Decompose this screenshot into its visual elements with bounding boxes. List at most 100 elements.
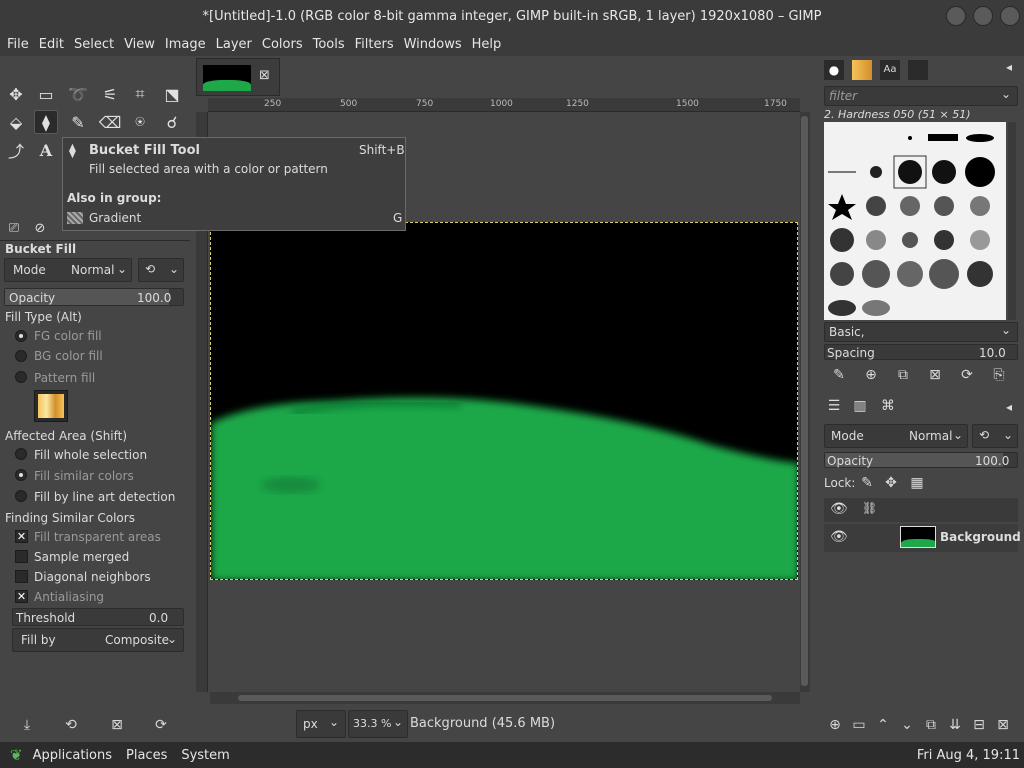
fg-fill-radio[interactable] [15,330,27,342]
save-options-icon[interactable]: ⤓ [16,714,38,736]
system-menu[interactable]: System [181,748,229,763]
places-menu[interactable]: Places [126,748,167,763]
clone-tool-icon[interactable]: ⍟ [128,110,152,134]
scroll-thumb[interactable] [801,116,808,686]
rect-select-tool-icon[interactable]: ▭ [34,82,58,106]
channels-tab-icon[interactable]: ▥ [850,398,870,418]
move-tool-icon[interactable]: ✥ [4,82,28,106]
restore-options-icon[interactable]: ⟲ [60,714,82,736]
lower-layer-icon[interactable]: ⌄ [896,714,918,736]
clock[interactable]: Fri Aug 4, 19:11 [917,748,1020,763]
text-tool-icon[interactable]: A [34,138,58,162]
fonts-tab-icon[interactable]: Aa [880,60,900,80]
maximize-button[interactable] [973,6,993,26]
menu-view[interactable]: View [119,37,160,52]
reset-options-icon[interactable]: ⟳ [150,714,172,736]
duplicate-brush-icon[interactable]: ⧉ [892,364,914,386]
new-layer-icon[interactable]: ⊕ [824,714,846,736]
vertical-scrollbar[interactable] [800,112,810,692]
image-canvas[interactable] [210,222,798,580]
fill-whole-radio[interactable] [15,448,27,460]
layer-row[interactable]: 👁 Background [824,524,1021,552]
paths-tool-icon[interactable]: ⤴ [4,138,28,162]
crop-tool-icon[interactable]: ⌗ [128,82,152,106]
lock-position-icon[interactable]: ✥ [880,472,902,494]
brush-grid[interactable] [824,122,1006,320]
brush-scrollbar[interactable] [1008,122,1016,320]
duplicate-layer-icon[interactable]: ⧉ [920,714,942,736]
layer-opacity-slider[interactable]: Opacity 100.0 [824,452,1018,468]
antialiasing-checkbox[interactable]: ✕ [15,590,28,603]
bg-fill-radio[interactable] [15,350,27,362]
lock-pixels-icon[interactable]: ✎ [856,472,878,494]
fuzzy-select-tool-icon[interactable]: ⚟ [98,82,122,106]
fill-by-select[interactable]: Fill by Composite ⌄ [12,628,184,652]
transform-tool-icon[interactable]: ⬔ [160,82,184,106]
mode-reset-button[interactable]: ⟲ ⌄ [138,258,184,282]
horizontal-scrollbar[interactable] [210,692,800,704]
dock-menu-icon[interactable]: ◂ [1006,60,1012,74]
menu-tools[interactable]: Tools [308,37,350,52]
unit-select[interactable]: px ⌄ [296,710,346,738]
edit-brush-icon[interactable]: ✎ [828,364,850,386]
pattern-preview[interactable] [34,390,68,422]
delete-layer-icon[interactable]: ⊠ [992,714,1014,736]
pattern-fill-radio[interactable] [15,371,27,383]
menu-colors[interactable]: Colors [257,37,308,52]
brush-filter-input[interactable]: filter ⌄ [824,86,1018,106]
fill-transparent-checkbox[interactable]: ✕ [15,530,28,543]
menu-file[interactable]: File [2,37,34,52]
opacity-slider[interactable]: Opacity 100.0 [4,288,184,306]
threshold-slider[interactable]: Threshold 0.0 [12,608,184,626]
applications-menu[interactable]: Applications [33,748,112,763]
close-button[interactable] [1000,6,1020,26]
tool-options-tab-icon[interactable]: ⎚ [2,216,26,240]
patterns-tab-icon[interactable] [852,60,872,80]
sample-merged-checkbox[interactable] [15,550,28,563]
lasso-tool-icon[interactable]: ➰ [66,82,90,106]
layer-mode-reset[interactable]: ⟲ ⌄ [972,424,1018,448]
documents-tab-icon[interactable] [908,60,928,80]
dock-menu-icon[interactable]: ◂ [1006,400,1012,414]
image-tab[interactable]: ⊠ [196,58,280,96]
zoom-select[interactable]: 33.3 % ⌄ [348,710,408,738]
raise-layer-icon[interactable]: ⌃ [872,714,894,736]
open-brush-icon[interactable]: ⎘ [988,364,1010,386]
smudge-tool-icon[interactable]: ☌ [160,110,184,134]
delete-options-icon[interactable]: ⊠ [106,714,128,736]
device-status-tab-icon[interactable]: ⊘ [28,216,52,240]
menu-help[interactable]: Help [467,37,507,52]
scroll-thumb[interactable] [238,695,772,701]
menu-filters[interactable]: Filters [350,37,399,52]
bucket-fill-tool-icon[interactable]: ⧫ [34,110,58,134]
paintbrush-tool-icon[interactable]: ✎ [66,110,90,134]
delete-brush-icon[interactable]: ⊠ [924,364,946,386]
refresh-brushes-icon[interactable]: ⟳ [956,364,978,386]
new-group-icon[interactable]: ▭ [848,714,870,736]
close-icon[interactable]: ⊠ [259,68,270,83]
menu-layer[interactable]: Layer [211,37,257,52]
line-art-radio[interactable] [15,490,27,502]
spacing-slider[interactable]: Spacing 10.0 [824,344,1018,360]
layers-tab-icon[interactable]: ☰ [824,398,844,418]
brush-tag-input[interactable]: Basic, ⌄ [824,322,1018,342]
menu-image[interactable]: Image [160,37,211,52]
mode-select[interactable]: Mode Normal ⌄ [4,258,132,282]
fill-similar-radio[interactable] [15,469,27,481]
fill-transparent-label: Fill transparent areas [34,530,161,544]
lock-alpha-icon[interactable]: ▦ [906,472,928,494]
merge-layer-icon[interactable]: ⇊ [944,714,966,736]
brushes-tab-icon[interactable]: ● [824,60,844,80]
warp-tool-icon[interactable]: ⬙ [4,110,28,134]
layer-mode-select[interactable]: Mode Normal ⌄ [824,424,968,448]
new-brush-icon[interactable]: ⊕ [860,364,882,386]
menu-edit[interactable]: Edit [34,37,69,52]
menu-windows[interactable]: Windows [399,37,467,52]
visibility-eye-icon[interactable]: 👁 [830,529,848,545]
diagonal-neighbors-checkbox[interactable] [15,570,28,583]
minimize-button[interactable] [946,6,966,26]
eraser-tool-icon[interactable]: ⌫ [98,110,122,134]
menu-select[interactable]: Select [69,37,119,52]
mask-layer-icon[interactable]: ⊟ [968,714,990,736]
paths-tab-icon[interactable]: ⌘ [878,398,898,418]
